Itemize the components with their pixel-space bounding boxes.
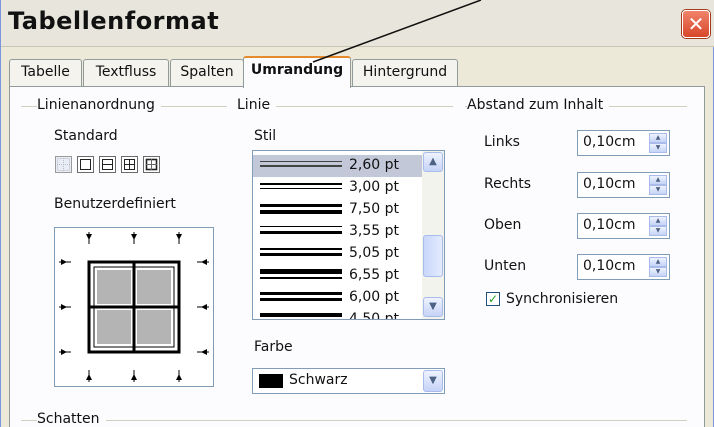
preset-outer-button[interactable] — [77, 156, 94, 173]
list-item-label: 3,00 pt — [349, 179, 399, 195]
spacing-right-value: 0,10cm — [583, 176, 636, 192]
close-icon: ✕ — [687, 12, 705, 36]
list-item-style-4[interactable]: 5,05 pt — [253, 243, 423, 265]
title-bar: Tabellenformat ✕ — [1, 0, 714, 47]
spacing-right-label: Rechts — [484, 176, 532, 192]
list-item-label: 3,55 pt — [349, 223, 399, 239]
preset-all-icon — [124, 159, 135, 170]
line-style-scrollbar[interactable]: ▲ ▼ — [422, 151, 444, 319]
sync-label[interactable]: Synchronisieren — [506, 291, 618, 307]
spin-down-icon[interactable]: ▼ — [649, 226, 667, 236]
spacing-left-value: 0,10cm — [583, 134, 636, 150]
spacing-bottom-label: Unten — [484, 258, 527, 274]
spinner-buttons[interactable]: ▲ ▼ — [649, 257, 667, 277]
list-item-label: 6,55 pt — [349, 267, 399, 283]
list-item-style-2[interactable]: 7,50 pt — [253, 199, 423, 221]
spacing-right-field[interactable]: 0,10cm ▲ ▼ — [577, 172, 670, 198]
chevron-down-icon: ▼ — [429, 375, 437, 386]
preset-outer-horizontal-button[interactable] — [99, 156, 116, 173]
dropdown-button[interactable]: ▼ — [423, 370, 443, 392]
spin-down-icon[interactable]: ▼ — [649, 143, 667, 153]
preset-all-button[interactable] — [121, 156, 138, 173]
dialog-title: Tabellenformat — [8, 7, 220, 35]
spin-down-icon[interactable]: ▼ — [649, 267, 667, 277]
tab-umrandung[interactable]: Umrandung — [243, 56, 351, 88]
color-swatch — [259, 374, 283, 388]
checkmark-icon: ✓ — [487, 292, 499, 306]
border-preview-diagram — [59, 232, 209, 382]
line-style-list[interactable]: 2,60 pt 3,00 pt 7,50 pt 3,55 pt 5,05 pt … — [252, 150, 445, 320]
spacing-left-label: Links — [484, 134, 520, 150]
spinner-buttons[interactable]: ▲ ▼ — [649, 175, 667, 195]
line-color-select[interactable]: Schwarz ▼ — [252, 368, 445, 394]
scroll-up-button[interactable]: ▲ — [423, 152, 443, 172]
spinner-buttons[interactable]: ▲ ▼ — [649, 133, 667, 153]
list-item-label: 2,60 pt — [349, 157, 399, 173]
style-label: Stil — [254, 128, 277, 144]
group-label-shadow: Schatten — [37, 411, 106, 427]
list-item-style-5[interactable]: 6,55 pt — [253, 265, 423, 287]
tab-spalten[interactable]: Spalten — [170, 59, 244, 86]
spin-up-icon[interactable]: ▲ — [649, 216, 667, 226]
close-button[interactable]: ✕ — [682, 10, 710, 38]
group-label-line: Linie — [237, 97, 277, 113]
spacing-top-field[interactable]: 0,10cm ▲ ▼ — [577, 213, 670, 239]
line-color-value: Schwarz — [289, 372, 348, 388]
group-label-line-arrangement: Linienanordnung — [37, 97, 161, 113]
list-item-label: 7,50 pt — [349, 201, 399, 217]
list-item-label: 6,00 pt — [349, 289, 399, 305]
list-item-label: 4,50 pt — [349, 311, 399, 320]
spinner-buttons[interactable]: ▲ ▼ — [649, 216, 667, 236]
list-item-style-3[interactable]: 3,55 pt — [253, 221, 423, 243]
spin-up-icon[interactable]: ▲ — [649, 175, 667, 185]
preset-outer-icon — [80, 159, 91, 170]
spacing-top-value: 0,10cm — [583, 217, 636, 233]
color-label: Farbe — [254, 339, 293, 355]
scroll-thumb[interactable] — [423, 235, 443, 277]
chevron-up-icon: ▲ — [429, 156, 437, 167]
border-preview-canvas[interactable] — [54, 227, 214, 387]
standard-label: Standard — [54, 128, 118, 144]
tab-tabelle[interactable]: Tabelle — [9, 59, 82, 86]
spin-up-icon[interactable]: ▲ — [649, 257, 667, 267]
spacing-bottom-field[interactable]: 0,10cm ▲ ▼ — [577, 254, 670, 280]
chevron-down-icon: ▼ — [429, 301, 437, 312]
preset-outer-horizontal-icon — [102, 159, 113, 170]
spin-up-icon[interactable]: ▲ — [649, 133, 667, 143]
group-line-shadow — [21, 420, 687, 421]
preset-outer-thin-inner-button[interactable] — [143, 156, 160, 173]
spacing-top-label: Oben — [484, 217, 522, 233]
scroll-down-button[interactable]: ▼ — [423, 297, 443, 317]
spacing-bottom-value: 0,10cm — [583, 258, 636, 274]
preset-outer-thin-inner-icon — [145, 158, 158, 171]
list-item-style-6[interactable]: 6,00 pt — [253, 287, 423, 309]
list-item-style-0[interactable]: 2,60 pt — [253, 155, 423, 177]
group-label-spacing: Abstand zum Inhalt — [467, 97, 610, 113]
preset-none-icon — [57, 158, 70, 171]
spacing-left-field[interactable]: 0,10cm ▲ ▼ — [577, 130, 670, 156]
tab-hintergrund[interactable]: Hintergrund — [352, 59, 458, 86]
list-item-label: 5,05 pt — [349, 245, 399, 261]
sync-checkbox[interactable]: ✓ — [486, 292, 500, 306]
list-item-style-7[interactable]: 4,50 pt — [253, 309, 423, 320]
dialog-window: Tabellenformat ✕ Tabelle Textfluss Spalt… — [0, 0, 714, 427]
preset-none-button[interactable] — [55, 156, 72, 173]
user-defined-label: Benutzerdefiniert — [54, 196, 176, 212]
list-item-style-1[interactable]: 3,00 pt — [253, 177, 423, 199]
spin-down-icon[interactable]: ▼ — [649, 185, 667, 195]
tab-textfluss[interactable]: Textfluss — [83, 59, 169, 86]
